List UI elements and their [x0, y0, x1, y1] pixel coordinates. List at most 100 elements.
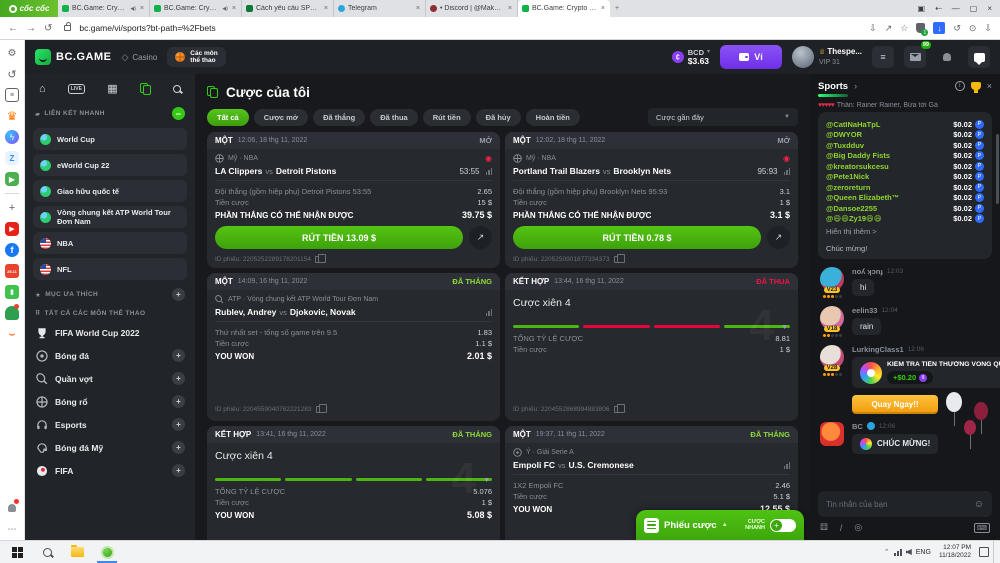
user-profile[interactable]: Thespe...VIP 31	[792, 46, 862, 68]
minimize-button[interactable]: —	[952, 4, 960, 13]
nav-casino[interactable]: ◇Casino	[121, 52, 157, 63]
inbox-icon[interactable]: 99	[904, 46, 926, 68]
taskbar-search-button[interactable]	[34, 541, 60, 563]
tab-telegram[interactable]: Telegram×	[334, 0, 426, 17]
chat-messages[interactable]: ♥♥♥♥♥Thần: Rainer Rainer, Bửa tới Gà @Ca…	[810, 98, 1000, 485]
stats-icon[interactable]	[784, 462, 791, 469]
battery-app-icon[interactable]: ▮	[5, 285, 19, 299]
ssl-lock-icon[interactable]	[64, 25, 71, 31]
start-button[interactable]	[4, 541, 30, 563]
expand-plus-button[interactable]: +	[172, 349, 185, 362]
match-link[interactable]: Rublev, AndreyvsDjokovic, Novak	[215, 307, 492, 317]
sidebar-item-basketball[interactable]: Bóng rổ+	[33, 390, 187, 413]
expand-plus-button[interactable]: +	[172, 372, 185, 385]
slash-command-icon[interactable]: /	[840, 523, 843, 533]
bonus-wheel-card[interactable]: KIỂM TRA TIỀN THƯỞNG VÒNG QU+$0.20¢	[852, 357, 1000, 388]
nav-sports[interactable]: Các mônthể thao	[167, 47, 225, 67]
url-text[interactable]: bc.game/vi/sports?bt-path=%2Fbets	[79, 23, 861, 33]
spin-now-button[interactable]: Quay Ngay!!	[852, 395, 938, 414]
chip-icon[interactable]: ◎	[854, 522, 862, 533]
language-indicator[interactable]: ENG	[916, 549, 931, 556]
notification-bell-icon[interactable]	[5, 501, 19, 515]
home-icon[interactable]: ⌂	[39, 83, 46, 95]
share-bet-button[interactable]: ↗	[767, 226, 790, 249]
sale-2511-icon[interactable]: 25.11	[5, 264, 19, 278]
chevron-right-icon[interactable]: ›	[854, 81, 857, 91]
gif-keyboard-icon[interactable]: ⌨	[974, 523, 990, 533]
bookmark-star-icon[interactable]: ☆	[900, 23, 908, 34]
close-tab-icon[interactable]: ×	[323, 5, 329, 12]
emoji-icon[interactable]: ☺	[974, 499, 984, 510]
forward-button[interactable]: →	[26, 23, 36, 34]
match-link[interactable]: LA ClippersvsDetroit Pistons53:55	[215, 166, 492, 176]
cashout-button[interactable]: RÚT TIỀN 13.09 $	[215, 226, 463, 249]
filter-cancelled[interactable]: Đã hủy	[476, 109, 521, 126]
add-shortcut-icon[interactable]: +	[5, 201, 19, 215]
volume-icon[interactable]	[906, 549, 912, 555]
sidebar-item-world-cup[interactable]: World Cup	[33, 128, 187, 150]
expand-plus-button[interactable]: +	[172, 395, 185, 408]
chat-toggle-icon[interactable]	[968, 46, 990, 68]
sidebar-item-esports[interactable]: Esports+	[33, 413, 187, 436]
back-button[interactable]: ←	[8, 23, 18, 34]
balance-selector[interactable]: ¢ BCD▾$3.63	[672, 48, 710, 66]
dice-shortcut-icon[interactable]: ⚄	[820, 522, 828, 533]
close-window-button[interactable]: ×	[987, 4, 992, 13]
schedule-icon[interactable]: ▦	[107, 82, 117, 95]
filter-won[interactable]: Đã thắng	[313, 109, 365, 126]
coccoc-menu-button[interactable]: cốc cốc	[0, 0, 58, 17]
copy-icon[interactable]	[316, 406, 322, 413]
file-explorer-button[interactable]	[64, 541, 90, 563]
tab-bcgame-2[interactable]: BC.Game: Crypto Casino◀)×	[150, 0, 242, 17]
stats-icon[interactable]	[486, 168, 493, 175]
expand-legs-icon[interactable]: ▼	[483, 477, 490, 484]
collapse-button[interactable]: −	[172, 107, 185, 120]
match-link[interactable]: Empoli FCvsU.S. Cremonese	[513, 460, 790, 470]
chat-username[interactable]: LurkingClass1	[852, 345, 904, 354]
filter-refund[interactable]: Hoàn tiền	[526, 109, 580, 126]
tab-bcgame-1[interactable]: BC.Game: Crypto Casino◀)×	[58, 0, 150, 17]
stats-icon[interactable]	[486, 309, 493, 316]
trophy-icon[interactable]	[971, 82, 981, 90]
settings-icon[interactable]: ⚙	[5, 46, 19, 60]
facebook-icon[interactable]: f	[5, 243, 19, 257]
chat-username[interactable]: BC	[852, 422, 863, 431]
hat-app-icon[interactable]	[5, 306, 19, 320]
filter-open[interactable]: Cược mở	[254, 109, 308, 126]
reload-button[interactable]: ↺	[44, 23, 52, 34]
close-chat-icon[interactable]: ×	[987, 81, 992, 91]
expand-plus-button[interactable]: +	[172, 418, 185, 431]
sidebar-item-football[interactable]: Bóng đá+	[33, 344, 187, 367]
action-center-icon[interactable]	[979, 547, 989, 557]
profile-icon[interactable]: ⊙	[969, 23, 977, 34]
close-tab-icon[interactable]: ×	[415, 5, 421, 12]
expand-legs-icon[interactable]: ▼	[781, 324, 788, 331]
expand-plus-button[interactable]: +	[172, 441, 185, 454]
games-icon[interactable]: ▶	[5, 172, 19, 186]
cart-icon[interactable]: ⌣	[5, 327, 19, 341]
show-desktop-button[interactable]	[993, 541, 996, 563]
filter-cashout[interactable]: Rút tiền	[423, 109, 471, 126]
new-tab-button[interactable]: +	[610, 0, 624, 17]
filter-lost[interactable]: Đã thua	[370, 109, 418, 126]
update-download-icon[interactable]: ↓	[933, 22, 945, 34]
more-icon[interactable]: ⋯	[5, 522, 19, 536]
chat-rules-icon[interactable]: i	[955, 81, 965, 91]
copy-icon[interactable]	[614, 406, 620, 413]
share-bet-button[interactable]: ↗	[469, 226, 492, 249]
my-bets-icon[interactable]	[140, 83, 151, 95]
filter-all[interactable]: Tất cả	[207, 109, 249, 126]
quick-bet-toggle[interactable]: +	[770, 519, 796, 532]
network-icon[interactable]	[894, 549, 902, 556]
taskbar-clock[interactable]: 12:07 PM11/18/2022	[935, 544, 975, 560]
downloads-tray-icon[interactable]: ⇩	[984, 23, 992, 34]
close-tab-icon[interactable]: ×	[507, 5, 513, 12]
transactions-icon[interactable]: ≡	[872, 46, 894, 68]
match-link[interactable]: Portland Trail BlazersvsBrooklyn Nets95:…	[513, 166, 790, 176]
close-tab-icon[interactable]: ×	[231, 5, 237, 12]
chat-username[interactable]: noʎ ʞɔnɟ	[852, 267, 883, 276]
expand-plus-button[interactable]: +	[172, 464, 185, 477]
tray-expand-icon[interactable]: ⌃	[884, 548, 890, 556]
bc-avatar[interactable]	[820, 422, 844, 446]
tab-restore-icon[interactable]: ⇠	[935, 4, 942, 13]
